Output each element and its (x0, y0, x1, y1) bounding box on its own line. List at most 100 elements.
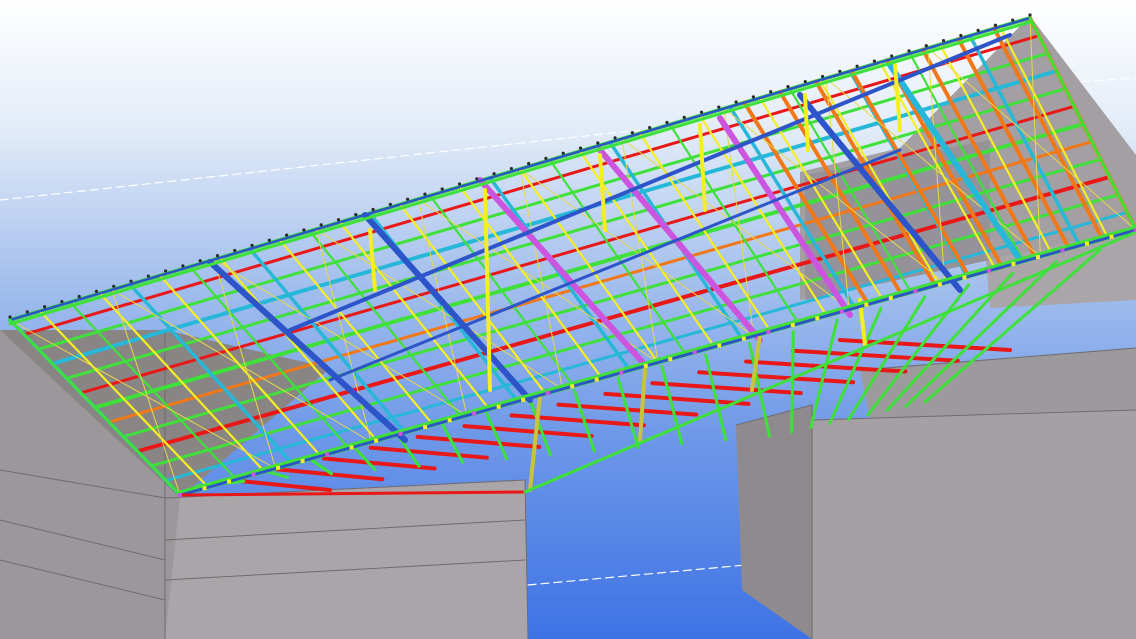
bolt (907, 49, 911, 53)
truss-member-red (697, 370, 856, 385)
bolt (924, 44, 928, 48)
bolt (838, 69, 842, 73)
bolt (457, 182, 462, 186)
truss-member-green (266, 470, 290, 479)
connection-plate (374, 438, 379, 443)
bolt (336, 218, 341, 222)
bolt (8, 315, 12, 319)
bolt (25, 310, 29, 314)
connection-plate (521, 397, 526, 402)
left-building-front-face (165, 480, 528, 639)
connection-plate (1084, 241, 1089, 246)
bolt (388, 202, 392, 206)
bolt (509, 166, 513, 171)
bolt (717, 105, 721, 109)
bolt (198, 259, 202, 263)
truss-member-red (509, 413, 646, 428)
connection-plate (888, 295, 893, 300)
connection-plate (692, 350, 697, 355)
bolt (319, 223, 323, 227)
connection-plate (815, 316, 820, 321)
model-viewport[interactable] (0, 0, 1136, 639)
bolt (354, 213, 358, 217)
bolt (734, 100, 738, 104)
bolt (146, 274, 150, 278)
connection-plate (545, 391, 550, 396)
connection-plate (1011, 261, 1016, 266)
bolt (665, 120, 669, 125)
bolt (630, 131, 634, 135)
bolt (94, 289, 99, 294)
bolt (42, 305, 47, 309)
connection-plate (276, 465, 281, 470)
bolt (613, 136, 617, 140)
connection-plate (1035, 255, 1040, 260)
bolt (803, 79, 807, 84)
connection-plate (986, 268, 991, 273)
truss-member-red (603, 391, 751, 406)
connection-plate (472, 411, 477, 416)
connection-plate (447, 418, 452, 423)
bolt (890, 54, 894, 58)
connection-plate (496, 404, 501, 409)
bolt (872, 59, 877, 63)
truss-post (598, 153, 607, 232)
truss-member-red (415, 434, 542, 449)
bolt (1011, 18, 1015, 22)
bolt (993, 23, 998, 27)
bolt (561, 151, 565, 155)
connection-plate (570, 384, 575, 389)
bolt (163, 269, 168, 273)
connection-plate (398, 431, 403, 436)
truss-member-red (368, 445, 489, 460)
connection-plate (962, 275, 967, 280)
connection-plate (619, 370, 624, 375)
right-building-front-face (812, 410, 1136, 639)
truss-post (528, 393, 542, 492)
bolt (112, 284, 116, 288)
bolt (285, 233, 289, 237)
bolt (959, 33, 963, 38)
connection-plate (594, 377, 599, 382)
connection-plate (227, 479, 232, 484)
bolt (77, 294, 81, 299)
truss-member-green (809, 318, 839, 430)
connection-plate (766, 329, 771, 334)
bolt (233, 248, 237, 253)
right-building-side-face (736, 405, 812, 639)
connection-plate (643, 363, 648, 368)
bolt (544, 156, 548, 160)
truss-member-green (790, 330, 795, 434)
bolt (855, 64, 859, 68)
truss-member-green (616, 376, 640, 449)
rafter (548, 159, 688, 356)
truss-post (638, 368, 647, 442)
connection-plate (349, 445, 354, 450)
connection-plate (1109, 234, 1114, 239)
bolt (440, 187, 444, 191)
connection-plate (325, 452, 330, 457)
connection-plate (839, 309, 844, 314)
connection-plate (202, 486, 207, 491)
bolt (786, 85, 790, 89)
bolt (682, 115, 686, 119)
connection-plate (423, 425, 428, 430)
bolt (976, 28, 980, 32)
bolt (475, 177, 479, 181)
bolt (215, 253, 220, 258)
bolt (596, 141, 600, 145)
bolt (1028, 13, 1032, 17)
bolt (250, 243, 254, 247)
connection-plate (668, 357, 673, 362)
truss-member-green (485, 411, 509, 461)
truss-post (368, 228, 377, 292)
bolt (267, 238, 271, 242)
bolt (60, 300, 64, 304)
bolt (578, 146, 583, 150)
roof-truss-3d-model[interactable] (0, 0, 1136, 639)
truss-member-green (704, 353, 728, 442)
connection-plate (741, 336, 746, 341)
bolt (527, 161, 531, 166)
main-girder (597, 147, 763, 343)
bolt (769, 90, 773, 94)
